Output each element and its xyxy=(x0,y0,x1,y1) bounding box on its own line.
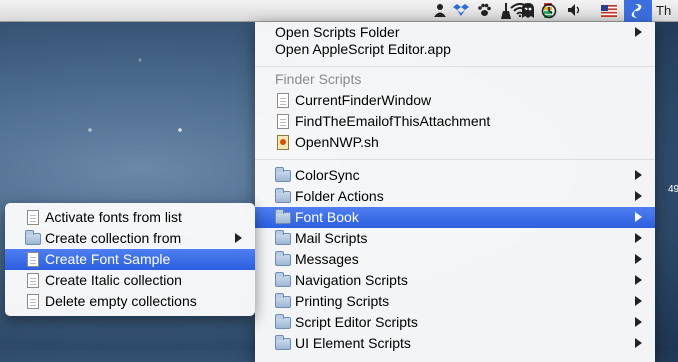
menu-item-label: FindTheEmailofThisAttachment xyxy=(295,113,491,129)
folder-icon xyxy=(275,272,291,287)
folder-icon xyxy=(275,293,291,308)
menu-item-printing-scripts[interactable]: Printing Scripts xyxy=(255,291,655,312)
script-file-icon xyxy=(27,252,39,267)
folder-icon xyxy=(275,335,291,350)
submenu-item-create-collection-from[interactable]: Create collection from xyxy=(5,228,255,249)
menu-item-script-editor-scripts[interactable]: Script Editor Scripts xyxy=(255,312,655,333)
clipped-menubar-text: Th xyxy=(656,3,672,18)
menu-item-open-applescript-editor[interactable]: Open AppleScript Editor.app xyxy=(255,39,655,60)
submenu-arrow-icon xyxy=(635,254,642,264)
time-machine-icon[interactable] xyxy=(540,3,558,19)
menu-item-colorsync[interactable]: ColorSync xyxy=(255,165,655,186)
script-file-icon xyxy=(27,210,39,225)
submenu-arrow-icon xyxy=(635,296,642,306)
menu-item-label: Script Editor Scripts xyxy=(295,314,418,330)
folder-icon xyxy=(275,314,291,329)
folder-icon xyxy=(25,230,41,245)
shell-script-icon xyxy=(277,135,289,150)
menu-item-label: OpenNWP.sh xyxy=(295,134,379,150)
dropbox-icon[interactable] xyxy=(452,3,470,19)
paw-icon[interactable] xyxy=(476,3,492,19)
menu-item-label: Open AppleScript Editor.app xyxy=(275,41,451,57)
us-flag-icon[interactable] xyxy=(600,3,618,19)
submenu-arrow-icon xyxy=(635,233,642,243)
script-file-icon xyxy=(277,114,289,129)
submenu-item-create-font-sample[interactable]: Create Font Sample xyxy=(5,249,255,270)
menu-item-current-finder-window[interactable]: CurrentFinderWindow xyxy=(255,90,655,111)
submenu-arrow-icon xyxy=(635,275,642,285)
menu-item-label: Create collection from xyxy=(45,230,182,246)
menu-item-label: Mail Scripts xyxy=(295,230,368,246)
script-file-icon xyxy=(277,93,289,108)
script-file-icon xyxy=(27,273,39,288)
folder-icon xyxy=(275,167,291,182)
submenu-arrow-icon xyxy=(635,212,642,222)
folder-icon xyxy=(275,188,291,203)
submenu-item-activate-fonts[interactable]: Activate fonts from list xyxy=(5,207,255,228)
menu-separator xyxy=(255,159,655,160)
menu-item-label: CurrentFinderWindow xyxy=(295,92,432,108)
folder-icon xyxy=(275,230,291,245)
submenu-item-create-italic-collection[interactable]: Create Italic collection xyxy=(5,270,255,291)
menu-separator xyxy=(255,66,655,67)
menu-item-label: Folder Actions xyxy=(295,188,384,204)
script-menu-extra[interactable] xyxy=(624,0,652,22)
menu-item-font-book[interactable]: Font Book xyxy=(255,207,655,228)
menu-item-label: Font Book xyxy=(295,209,359,225)
menu-bar: Th xyxy=(0,0,678,22)
script-file-icon xyxy=(27,294,39,309)
script-menu-icon[interactable] xyxy=(630,3,646,19)
folder-icon xyxy=(275,251,291,266)
submenu-arrow-icon xyxy=(635,170,642,180)
submenu-arrow-icon xyxy=(635,338,642,348)
finder-scripts-header: Finder Scripts xyxy=(275,71,362,87)
menu-item-label: ColorSync xyxy=(295,167,360,183)
menu-item-navigation-scripts[interactable]: Navigation Scripts xyxy=(255,270,655,291)
desktop-clipped-label: 49 xyxy=(668,184,678,195)
menu-item-open-nwp-sh[interactable]: OpenNWP.sh xyxy=(255,132,655,153)
menu-item-messages[interactable]: Messages xyxy=(255,249,655,270)
submenu-item-delete-empty-collections[interactable]: Delete empty collections xyxy=(5,291,255,312)
menu-item-label: UI Element Scripts xyxy=(295,335,411,351)
menu-item-find-the-email[interactable]: FindTheEmailofThisAttachment xyxy=(255,111,655,132)
wifi-status-icon[interactable] xyxy=(509,3,531,19)
volume-icon[interactable] xyxy=(566,3,582,19)
script-menu: Open Scripts Folder Open AppleScript Edi… xyxy=(255,22,655,362)
menu-item-mail-scripts[interactable]: Mail Scripts xyxy=(255,228,655,249)
font-book-submenu: Activate fonts from list Create collecti… xyxy=(5,203,255,316)
submenu-arrow-icon xyxy=(635,317,642,327)
menu-item-label: Navigation Scripts xyxy=(295,272,408,288)
submenu-arrow-icon xyxy=(635,27,642,37)
folder-icon xyxy=(275,209,291,224)
user-icon[interactable] xyxy=(432,3,448,19)
menu-item-label: Messages xyxy=(295,251,359,267)
menu-item-label: Printing Scripts xyxy=(295,293,390,309)
menu-item-ui-element-scripts[interactable]: UI Element Scripts xyxy=(255,333,655,354)
submenu-arrow-icon xyxy=(635,191,642,201)
menu-item-label: Create Font Sample xyxy=(45,251,171,267)
menu-item-label: Create Italic collection xyxy=(45,272,182,288)
submenu-arrow-icon xyxy=(235,233,242,243)
menu-item-label: Delete empty collections xyxy=(45,293,197,309)
menu-item-folder-actions[interactable]: Folder Actions xyxy=(255,186,655,207)
menu-item-label: Activate fonts from list xyxy=(45,209,182,225)
